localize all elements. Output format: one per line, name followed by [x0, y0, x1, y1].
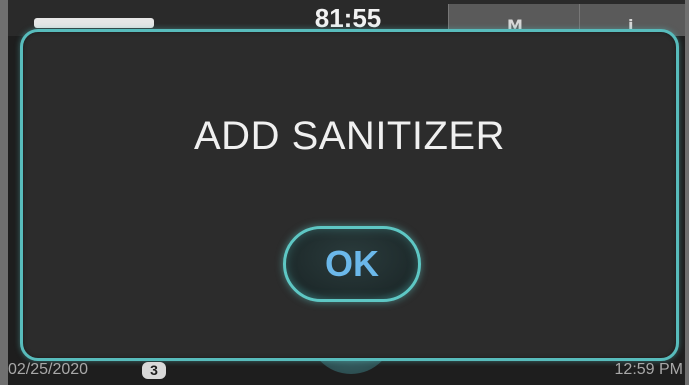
- device-screen: 81:55 M i ADD SANITIZER OK 02/25/2020 3 …: [8, 0, 685, 385]
- ok-button-label: OK: [325, 243, 379, 284]
- dialog-message: ADD SANITIZER: [194, 114, 505, 158]
- progress-bar: [34, 18, 154, 28]
- ok-button[interactable]: OK: [283, 226, 421, 302]
- status-date: 02/25/2020: [8, 361, 89, 378]
- status-time: 12:59 PM: [614, 361, 683, 378]
- alert-dialog: ADD SANITIZER OK: [20, 29, 679, 361]
- status-badge: 3: [142, 362, 166, 379]
